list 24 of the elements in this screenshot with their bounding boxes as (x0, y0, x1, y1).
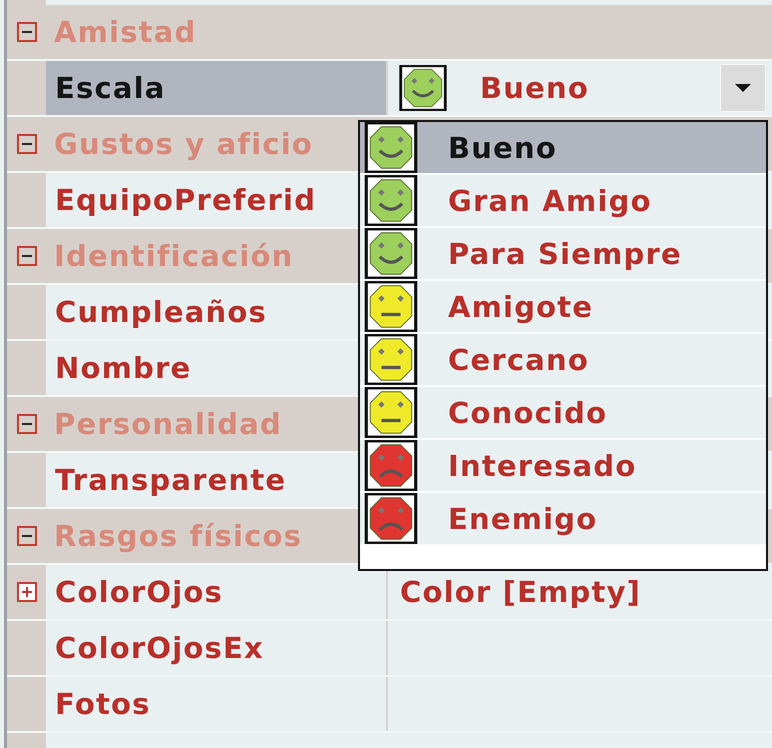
dropdown-option[interactable]: Amigote (360, 281, 766, 334)
collapse-icon[interactable] (16, 22, 36, 42)
value-field[interactable]: Bueno (400, 61, 772, 115)
category-label: Amistad (53, 15, 196, 49)
dropdown-option[interactable]: Conocido (360, 387, 766, 440)
property-value: Color [Empty] (400, 575, 642, 609)
property-name[interactable]: Escala (46, 61, 388, 115)
collapse-icon[interactable] (16, 246, 36, 266)
dropdown-option[interactable]: Interesado (360, 440, 766, 493)
collapse-icon[interactable] (16, 414, 36, 434)
dropdown-option[interactable]: Cercano (360, 334, 766, 387)
dropdown-option[interactable]: Para Siempre (360, 228, 766, 281)
dropdown-option[interactable]: Gran Amigo (360, 175, 766, 228)
expand-icon[interactable] (16, 582, 36, 602)
dropdown-button[interactable] (720, 64, 766, 112)
collapse-icon[interactable] (16, 134, 36, 154)
category-label: Identificación (53, 239, 294, 273)
dropdown-option[interactable]: Enemigo (360, 493, 766, 546)
dropdown-option[interactable]: Bueno (360, 122, 766, 175)
category-label: Rasgos físicos (53, 519, 302, 553)
category-label: Gustos y aficio (53, 127, 314, 161)
caret-icon (735, 84, 751, 92)
collapse-icon[interactable] (16, 526, 36, 546)
category-label: Personalidad (53, 407, 282, 441)
